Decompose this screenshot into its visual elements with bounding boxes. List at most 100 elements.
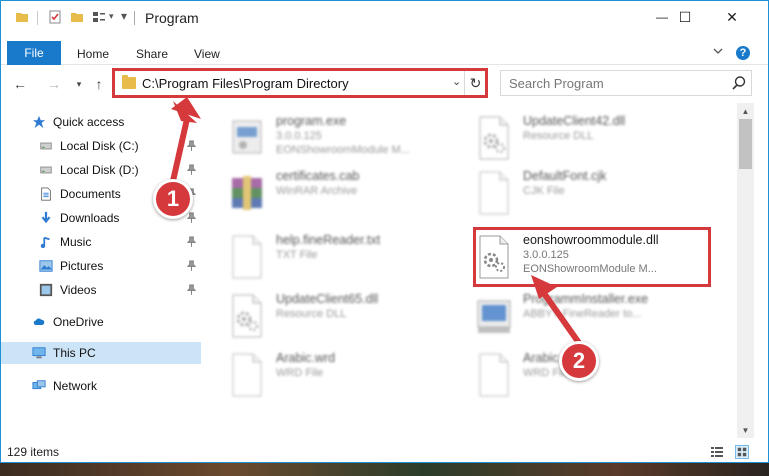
- address-highlight-box: [112, 68, 488, 98]
- file-name: program.exe: [276, 114, 347, 128]
- file-detail: Resource DLL: [276, 308, 347, 320]
- sidebar-item-quick-access[interactable]: Quick access: [1, 111, 201, 133]
- sidebar-item-label: Local Disk (C:): [60, 139, 139, 153]
- navigation-pane: Quick access Local Disk (C:) Local Disk (D…: [1, 103, 201, 438]
- chevron-down-icon[interactable]: ▾: [109, 11, 114, 22]
- file-item[interactable]: program.exe 3.0.0.125 EONShowroomModule M.…: [229, 111, 464, 167]
- file-detail: WRD File: [276, 367, 324, 379]
- folder-icon: [16, 13, 28, 22]
- forward-arrow-icon: →: [47, 76, 61, 92]
- status-bar: 129 items: [1, 438, 768, 462]
- star-icon: [31, 114, 47, 130]
- sidebar-item-label: Network: [53, 379, 98, 393]
- videos-icon: [38, 282, 54, 298]
- file-item[interactable]: certificates.cab WinRAR Archive: [229, 166, 464, 222]
- network-icon: [31, 378, 47, 394]
- sidebar-item-label: Downloads: [60, 211, 120, 225]
- desktop-background: [0, 463, 769, 476]
- search-placeholder[interactable]: Search Program: [509, 76, 604, 91]
- exe-icon: [229, 115, 265, 161]
- file-item[interactable]: help.fineReader.txt TXT File: [229, 230, 464, 286]
- back-arrow-icon: ←: [13, 76, 27, 92]
- back-button[interactable]: ←: [11, 75, 29, 93]
- sidebar-item-local-disk-c[interactable]: Local Disk (C:): [1, 135, 201, 157]
- sidebar-item-label: This PC: [53, 346, 96, 360]
- file-icon: [476, 352, 512, 398]
- search-icon[interactable]: [731, 75, 747, 91]
- dll-icon: [476, 115, 512, 161]
- maximize-button[interactable]: ☐: [662, 1, 708, 33]
- drive-icon: [38, 162, 54, 178]
- file-detail: CJK File: [523, 185, 565, 197]
- tab-view[interactable]: View: [194, 47, 220, 61]
- pin-icon: [186, 212, 197, 224]
- maximize-icon: ☐: [678, 8, 692, 25]
- sidebar-item-label: Documents: [60, 187, 121, 201]
- music-icon: [38, 234, 54, 250]
- divider: [134, 11, 135, 25]
- file-item[interactable]: DefaultFont.cjk CJK File: [476, 166, 711, 222]
- sidebar-item-local-disk-d[interactable]: Local Disk (D:): [1, 159, 201, 181]
- tab-file[interactable]: File: [7, 41, 61, 65]
- file-item[interactable]: UpdateClient42.dll Resource DLL: [476, 111, 711, 167]
- sidebar-item-onedrive[interactable]: OneDrive: [1, 311, 201, 333]
- file-name: UpdateClient65.dll: [276, 292, 379, 306]
- sidebar-item-this-pc[interactable]: This PC: [1, 342, 201, 364]
- sidebar-item-network[interactable]: Network: [1, 375, 201, 397]
- forward-button[interactable]: →: [45, 75, 63, 93]
- sidebar-item-label: Music: [60, 235, 92, 249]
- search-box[interactable]: Search Program: [500, 70, 752, 96]
- file-detail: 3.0.0.125: [276, 130, 322, 142]
- sidebar-item-label: Videos: [60, 283, 97, 297]
- file-item[interactable]: ProgrammInstaller.exe ABBYY FineReader to…: [476, 289, 711, 345]
- file-item[interactable]: UpdateClient65.dll Resource DLL: [229, 289, 464, 345]
- properties-icon[interactable]: [48, 10, 62, 24]
- large-icons-view-icon[interactable]: [735, 445, 749, 459]
- sidebar-item-pictures[interactable]: Pictures: [1, 255, 201, 277]
- file-name: help.fineReader.txt: [276, 233, 381, 247]
- drive-icon: [38, 138, 54, 154]
- file-name: certificates.cab: [276, 169, 360, 183]
- sidebar-item-label: Pictures: [60, 259, 104, 273]
- help-icon[interactable]: ?: [736, 46, 750, 60]
- recent-locations-button[interactable]: ▾: [70, 75, 88, 93]
- file-item[interactable]: Arabic.wrd WRD File: [229, 348, 464, 404]
- archive-icon: [229, 170, 265, 216]
- ribbon: File Home Share View ?: [1, 33, 768, 65]
- view-icon[interactable]: [92, 10, 106, 24]
- cloud-icon: [31, 314, 47, 330]
- sidebar-item-videos[interactable]: Videos: [1, 279, 201, 301]
- vertical-scrollbar[interactable]: ▲ ▼: [737, 103, 754, 438]
- close-icon: ✕: [726, 8, 738, 25]
- callout-1: 1: [153, 179, 193, 219]
- expand-ribbon-icon[interactable]: [712, 45, 724, 57]
- tab-home[interactable]: Home: [77, 47, 109, 61]
- file-detail: TXT File: [276, 249, 318, 261]
- pictures-icon: [38, 258, 54, 274]
- file-highlight-box: [473, 227, 711, 287]
- chevron-down-icon: ▾: [76, 78, 82, 89]
- navigation-bar: ← → ▾ ↑ C:\Program Files\Program Directo…: [1, 65, 768, 103]
- tab-share[interactable]: Share: [136, 47, 168, 61]
- scroll-thumb[interactable]: [739, 119, 752, 169]
- file-detail: ABBYY FineReader to...: [523, 308, 642, 320]
- sidebar-item-label: OneDrive: [53, 315, 104, 329]
- item-count: 129 items: [7, 445, 60, 459]
- pin-icon: [186, 236, 197, 248]
- sidebar-item-label: Quick access: [53, 115, 125, 129]
- new-folder-icon[interactable]: [70, 10, 84, 24]
- up-button[interactable]: ↑: [90, 75, 108, 93]
- close-button[interactable]: ✕: [709, 1, 755, 33]
- file-detail: WinRAR Archive: [276, 185, 358, 197]
- scroll-down-icon[interactable]: ▼: [737, 422, 754, 438]
- documents-icon: [38, 186, 54, 202]
- file-detail: Resource DLL: [523, 130, 594, 142]
- file-name: UpdateClient42.dll: [523, 114, 626, 128]
- sidebar-item-music[interactable]: Music: [1, 231, 201, 253]
- up-arrow-icon: ↑: [95, 76, 103, 92]
- details-view-icon[interactable]: [710, 445, 724, 459]
- customize-toolbar-icon[interactable]: ▾: [121, 9, 127, 23]
- download-icon: [38, 210, 54, 226]
- file-name: Arabic.wrd: [276, 351, 336, 365]
- scroll-up-icon[interactable]: ▲: [737, 103, 754, 119]
